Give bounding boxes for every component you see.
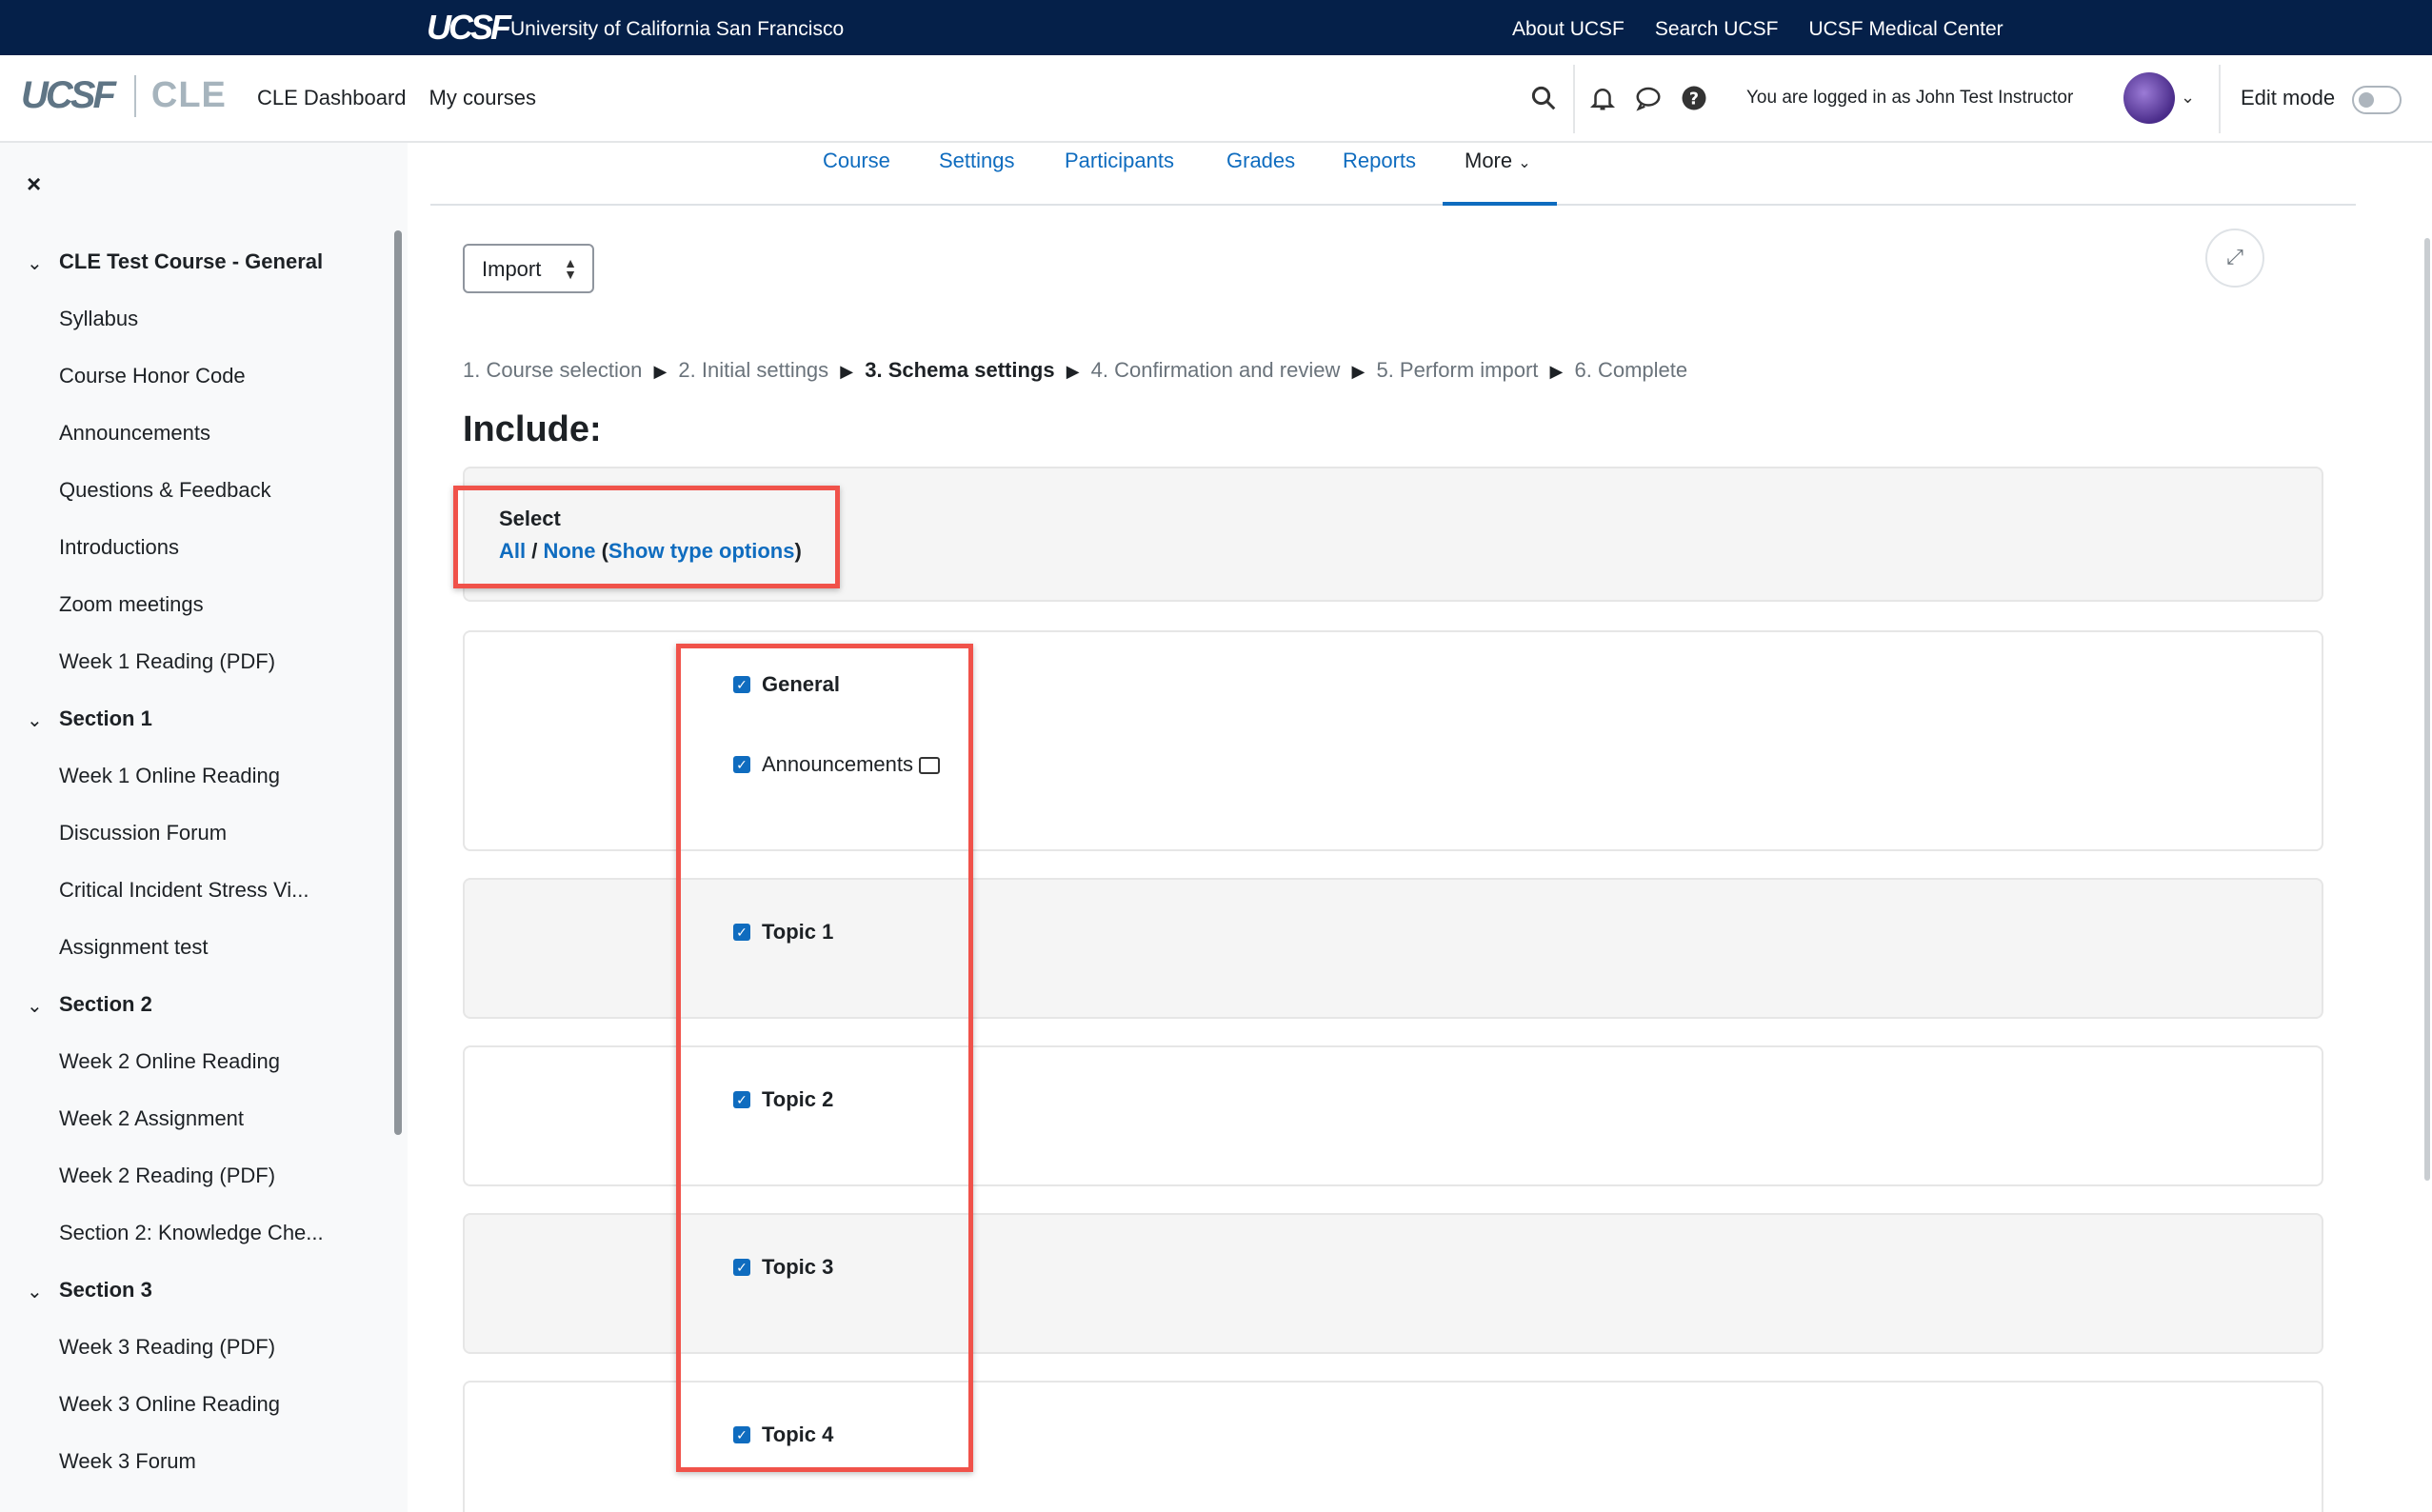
sidebar-item[interactable]: Week 2 Online Reading	[59, 1049, 280, 1074]
sidebar-item[interactable]: Discussion Forum	[59, 821, 227, 846]
nav-divider-2	[2219, 65, 2221, 133]
sidebar-item[interactable]: Assignment test	[59, 935, 209, 960]
top-links: About UCSF Search UCSF UCSF Medical Cent…	[1512, 18, 2003, 41]
sidebar-item[interactable]: Announcements	[59, 421, 210, 446]
sidebar-item[interactable]: Week 2 Reading (PDF)	[59, 1164, 275, 1188]
step-arrow: ▶	[1549, 362, 1564, 381]
active-tab-indicator	[1443, 202, 1557, 206]
sidebar-item[interactable]: Week 2 Assignment	[59, 1106, 244, 1131]
highlight-select-box	[453, 486, 840, 588]
nav-my-courses[interactable]: My courses	[429, 86, 536, 110]
course-secondary-nav: Course Settings Participants Grades Repo…	[430, 143, 2356, 206]
brand-ucsf: UCSF	[21, 74, 116, 116]
sidebar-item[interactable]: Week 1 Online Reading	[59, 764, 280, 788]
sidebar-section[interactable]: CLE Test Course - General	[59, 249, 323, 274]
import-steps-breadcrumb: 1. Course selection ▶ 2. Initial setting…	[463, 358, 1687, 383]
tab-more-label: More	[1465, 149, 1513, 172]
ucsf-top-bar: UCSF University of California San Franci…	[0, 0, 2432, 55]
bell-icon[interactable]	[1588, 84, 1617, 112]
sidebar-item[interactable]: Course Honor Code	[59, 364, 246, 388]
tab-reports[interactable]: Reports	[1343, 149, 1416, 173]
highlight-checkbox-column	[676, 644, 973, 1472]
help-icon[interactable]: ?	[1680, 84, 1708, 112]
sidebar-item[interactable]: Introductions	[59, 535, 179, 560]
nav-cle-dashboard[interactable]: CLE Dashboard	[257, 86, 407, 110]
step-arrow: ▶	[1351, 362, 1366, 381]
step-arrow: ▶	[653, 362, 668, 381]
course-index-drawer: × ⌄ CLE Test Course - General Syllabus Cour…	[0, 143, 408, 1512]
sidebar-item[interactable]: Questions & Feedback	[59, 478, 271, 503]
toggle-knob	[2359, 92, 2374, 108]
brand-separator	[133, 74, 136, 117]
university-name[interactable]: University of California San Francisco	[510, 18, 844, 41]
sidebar-section[interactable]: Section 2	[59, 992, 152, 1017]
import-action-select[interactable]: Import ▲ ▼	[463, 244, 594, 293]
search-ucsf-link[interactable]: Search UCSF	[1655, 18, 1779, 41]
tab-grades[interactable]: Grades	[1226, 149, 1295, 173]
chevron-down-icon[interactable]: ⌄	[27, 1280, 43, 1303]
sidebar-item[interactable]: Week 3 Forum	[59, 1449, 196, 1474]
chevron-down-icon[interactable]: ⌄	[27, 708, 43, 732]
logged-in-text: You are logged in as John Test Instructo…	[1746, 88, 2074, 108]
ucsf-medical-center-link[interactable]: UCSF Medical Center	[1808, 18, 2003, 41]
sidebar-item[interactable]: Critical Incident Stress Vi...	[59, 878, 309, 903]
messages-icon[interactable]	[1634, 84, 1663, 112]
step-perform-import: 5. Perform import	[1376, 358, 1539, 382]
nav-divider	[1573, 65, 1575, 133]
select-arrows-icon: ▲ ▼	[564, 255, 577, 282]
sidebar-item[interactable]: Syllabus	[59, 307, 138, 331]
step-course-selection: 1. Course selection	[463, 358, 643, 382]
step-initial-settings: 2. Initial settings	[678, 358, 829, 382]
sidebar-item[interactable]: Zoom meetings	[59, 592, 204, 617]
step-complete: 6. Complete	[1574, 358, 1688, 382]
sidebar-section[interactable]: Section 3	[59, 1278, 152, 1303]
page-scrollbar[interactable]	[2424, 238, 2430, 1181]
edit-mode-label: Edit mode	[2241, 86, 2336, 109]
sidebar-scrollbar[interactable]	[394, 230, 402, 1135]
include-heading: Include:	[463, 409, 602, 449]
tab-more[interactable]: More ⌄	[1465, 149, 1531, 173]
search-icon[interactable]	[1529, 84, 1558, 112]
main-navbar: UCSF CLE CLE Dashboard My courses ? You …	[0, 55, 2432, 143]
user-avatar[interactable]	[2123, 72, 2175, 124]
chevron-down-icon: ⌄	[1518, 155, 1531, 171]
about-ucsf-link[interactable]: About UCSF	[1512, 18, 1625, 41]
step-arrow: ▶	[1066, 362, 1080, 381]
sidebar-section[interactable]: Section 1	[59, 706, 152, 731]
sidebar-item[interactable]: Week 3 Online Reading	[59, 1392, 280, 1417]
sidebar-item[interactable]: Week 1 Reading (PDF)	[59, 649, 275, 674]
primary-nav: CLE Dashboard My courses	[257, 86, 536, 110]
brand-cle: CLE	[150, 75, 227, 115]
close-drawer-icon[interactable]: ×	[27, 169, 41, 199]
tab-course[interactable]: Course	[823, 149, 890, 173]
step-schema-settings: 3. Schema settings	[865, 358, 1055, 382]
svg-text:?: ?	[1689, 90, 1699, 109]
fullscreen-toggle-icon[interactable]: ⤢	[2205, 229, 2264, 288]
edit-mode-toggle[interactable]	[2352, 86, 2402, 114]
tab-participants[interactable]: Participants	[1065, 149, 1174, 173]
step-arrow: ▶	[840, 362, 854, 381]
ucsf-logo[interactable]: UCSF	[427, 8, 511, 48]
step-confirmation: 4. Confirmation and review	[1090, 358, 1341, 382]
sidebar-item[interactable]: Week 3 Reading (PDF)	[59, 1335, 275, 1360]
chevron-down-icon[interactable]: ⌄	[27, 251, 43, 275]
sidebar-item[interactable]: Section 2: Knowledge Che...	[59, 1221, 324, 1245]
cle-brand-logo[interactable]: UCSF CLE	[21, 74, 227, 117]
chevron-down-icon[interactable]: ⌄	[27, 994, 43, 1018]
chevron-down-icon[interactable]: ⌄	[2181, 88, 2195, 108]
tab-settings[interactable]: Settings	[939, 149, 1015, 173]
import-select-value: Import	[482, 257, 542, 281]
